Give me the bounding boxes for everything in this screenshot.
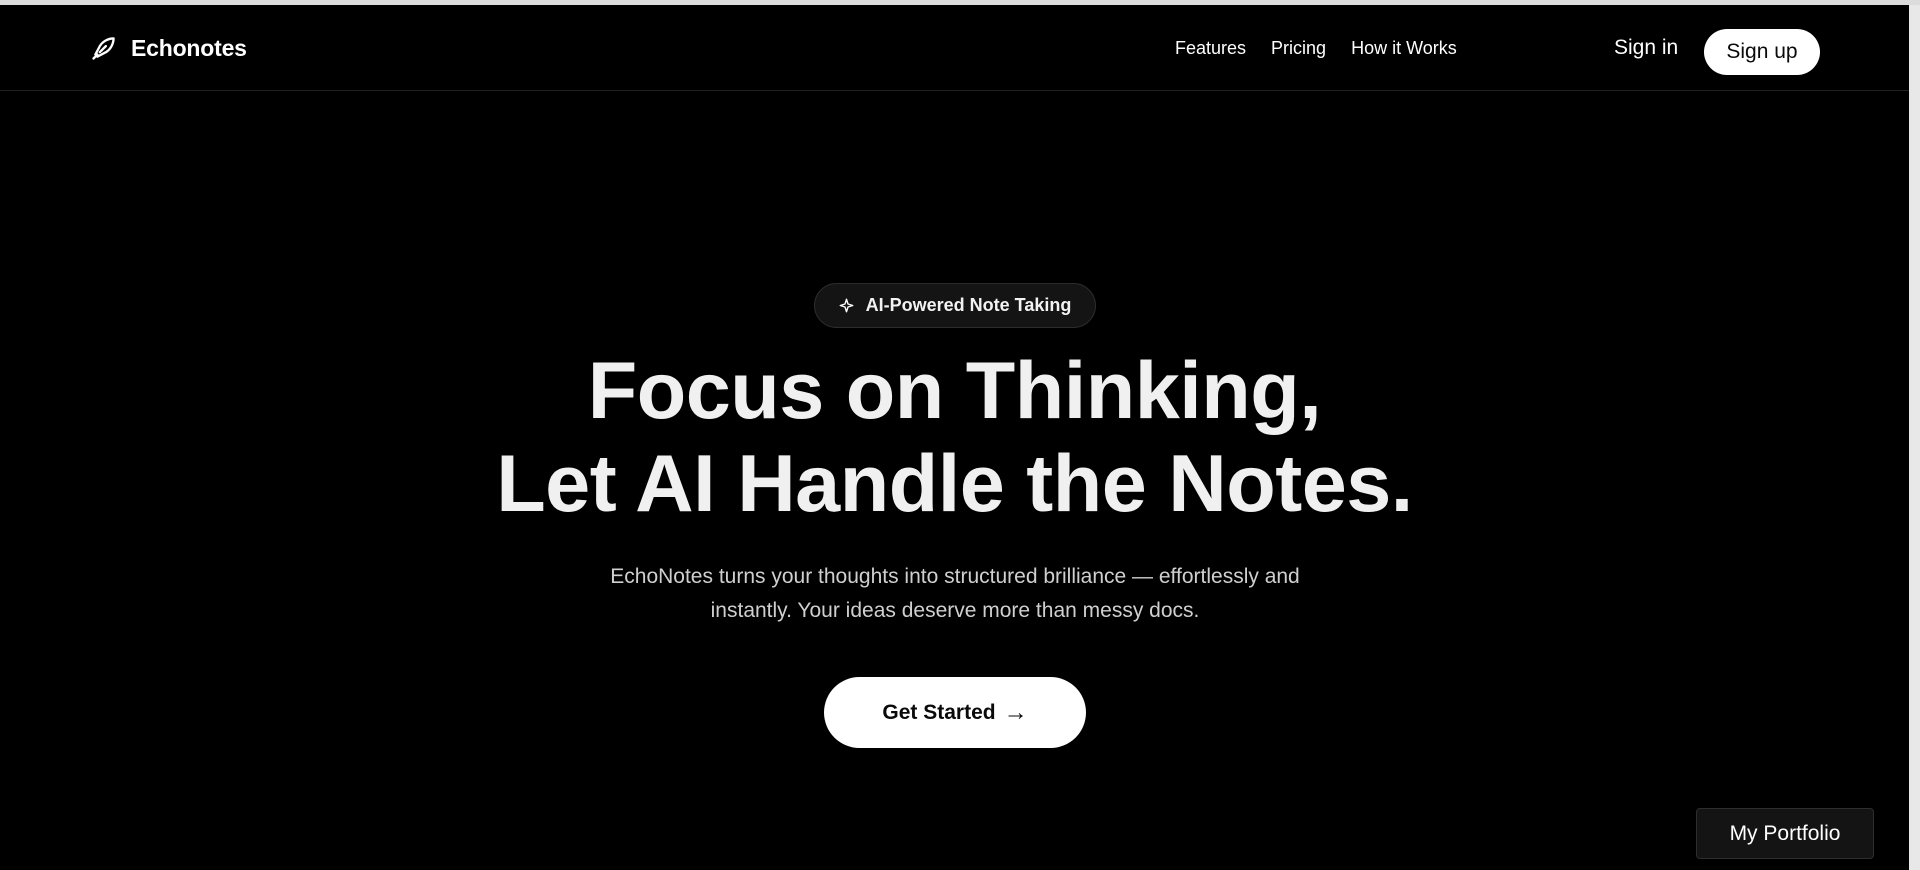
brand-name: Echonotes <box>131 34 247 61</box>
arrow-right-icon: → <box>1003 698 1028 726</box>
hero-subtitle-line-1: EchoNotes turns your thoughts into struc… <box>610 565 1300 588</box>
get-started-label: Get Started <box>882 700 996 724</box>
site-header: Echonotes Features Pricing How it Works … <box>0 5 1909 91</box>
main-nav: Features Pricing How it Works <box>1175 29 1457 67</box>
hero-title: Focus on Thinking, Let AI Handle the Not… <box>0 345 1909 531</box>
sparkle-icon <box>839 298 854 313</box>
sign-in-link[interactable]: Sign in <box>1614 29 1678 67</box>
get-started-button[interactable]: Get Started → <box>824 677 1086 748</box>
my-portfolio-button[interactable]: My Portfolio <box>1696 808 1874 859</box>
hero-title-line-2: Let AI Handle the Notes. <box>496 439 1413 529</box>
nav-link-pricing[interactable]: Pricing <box>1271 38 1326 59</box>
hero-title-line-1: Focus on Thinking, <box>587 346 1322 436</box>
nav-link-features[interactable]: Features <box>1175 38 1246 59</box>
hero-subtitle-line-2: instantly. Your ideas deserve more than … <box>710 599 1200 622</box>
brand-logo-link[interactable]: Echonotes <box>90 29 247 67</box>
hero-badge-label: AI-Powered Note Taking <box>865 295 1072 315</box>
feather-pen-icon <box>92 37 115 60</box>
nav-link-how-it-works[interactable]: How it Works <box>1351 38 1457 59</box>
scrollbar-track[interactable] <box>1909 5 1920 870</box>
hero-badge: AI-Powered Note Taking <box>814 283 1096 328</box>
hero-subtitle: EchoNotes turns your thoughts into struc… <box>560 560 1350 628</box>
sign-up-button[interactable]: Sign up <box>1704 29 1820 75</box>
